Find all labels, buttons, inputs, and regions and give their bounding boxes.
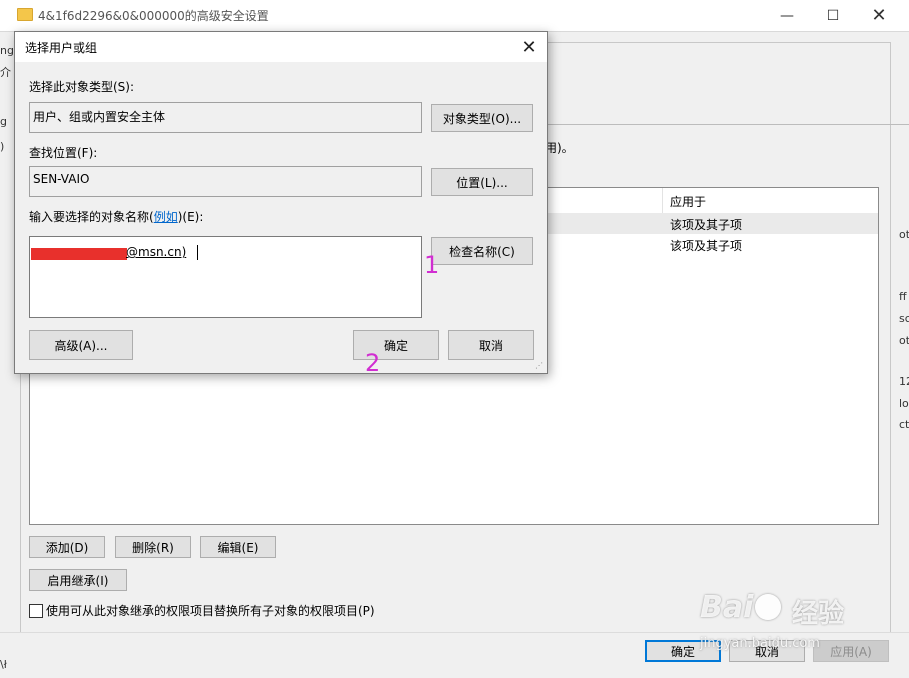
- paw-icon: [755, 594, 781, 620]
- dialog-cancel-button[interactable]: 取消: [448, 330, 534, 360]
- redaction-bar: [31, 248, 127, 260]
- minimize-button[interactable]: —: [764, 0, 810, 31]
- locations-button[interactable]: 位置(L)...: [431, 168, 533, 196]
- applies-to-cell: 该项及其子项: [670, 218, 743, 232]
- clipped-text: sc: [899, 312, 909, 325]
- clipped-text: ): [0, 140, 5, 153]
- object-names-label: 输入要选择的对象名称(例如)(E):: [29, 208, 203, 225]
- text-caret: [197, 245, 198, 260]
- info-text-fragment: 用)。: [545, 141, 574, 155]
- select-users-or-groups-dialog: 选择用户或组 ✕ 选择此对象类型(S): 用户、组或内置安全主体 对象类型(O)…: [14, 31, 548, 374]
- column-divider[interactable]: [662, 188, 663, 213]
- dialog-titlebar: 选择用户或组 ✕: [15, 32, 547, 62]
- clipped-text: ff: [899, 290, 907, 303]
- dialog-title: 选择用户或组: [25, 41, 98, 55]
- apply-button[interactable]: 应用(A): [813, 640, 889, 662]
- clipped-text: 介: [0, 66, 11, 79]
- clipped-text: 12: [899, 375, 909, 388]
- step-marker-2: 2: [365, 349, 381, 377]
- edit-button[interactable]: 编辑(E): [200, 536, 276, 558]
- clipped-text: ct: [899, 418, 909, 431]
- replace-child-permissions-checkbox[interactable]: [29, 604, 43, 618]
- location-field: SEN-VAIO: [29, 166, 422, 197]
- add-button[interactable]: 添加(D): [29, 536, 105, 558]
- close-window-button[interactable]: ✕: [856, 0, 902, 31]
- clipped-text: lo: [899, 397, 909, 410]
- enable-inheritance-button[interactable]: 启用继承(I): [29, 569, 127, 591]
- step-marker-1: 1: [424, 251, 440, 279]
- close-icon[interactable]: ✕: [511, 32, 547, 62]
- clipped-text: \ł: [0, 658, 7, 671]
- window-titlebar: 4&1f6d2296&0&000000的高级安全设置 — ☐ ✕: [0, 0, 909, 32]
- clipped-text: ot: [899, 334, 909, 347]
- clipped-text: g: [0, 115, 7, 128]
- object-names-label-suffix: )(E):: [177, 210, 204, 224]
- replace-child-permissions-label: 使用可从此对象继承的权限项目替换所有子对象的权限项目(P): [46, 604, 375, 618]
- object-type-label: 选择此对象类型(S):: [29, 80, 135, 94]
- check-names-button[interactable]: 检查名称(C): [431, 237, 533, 265]
- object-type-field: 用户、组或内置安全主体: [29, 102, 422, 133]
- clipped-text: ng: [0, 44, 14, 57]
- watermark-logo-text: Bai: [700, 590, 754, 625]
- object-names-input[interactable]: @msn.cn): [29, 236, 422, 318]
- watermark-url: jingyan.baidu.com: [700, 636, 820, 651]
- watermark-logo-text-2: 经验: [792, 599, 845, 629]
- resize-grip-icon[interactable]: ⋰: [535, 361, 543, 370]
- applies-to-cell: 该项及其子项: [670, 239, 743, 253]
- object-types-button[interactable]: 对象类型(O)...: [431, 104, 533, 132]
- location-label: 查找位置(F):: [29, 146, 98, 160]
- column-header-applies-to[interactable]: 应用于: [670, 193, 706, 210]
- advanced-button[interactable]: 高级(A)...: [29, 330, 133, 360]
- clipped-text: ot: [899, 228, 909, 241]
- window-title: 4&1f6d2296&0&000000的高级安全设置: [38, 9, 269, 23]
- examples-link[interactable]: 例如: [154, 210, 178, 224]
- maximize-button[interactable]: ☐: [810, 0, 856, 31]
- object-name-value: @msn.cn): [126, 245, 187, 259]
- folder-icon: [17, 8, 33, 21]
- remove-button[interactable]: 删除(R): [115, 536, 191, 558]
- object-names-label-prefix: 输入要选择的对象名称(: [29, 210, 154, 224]
